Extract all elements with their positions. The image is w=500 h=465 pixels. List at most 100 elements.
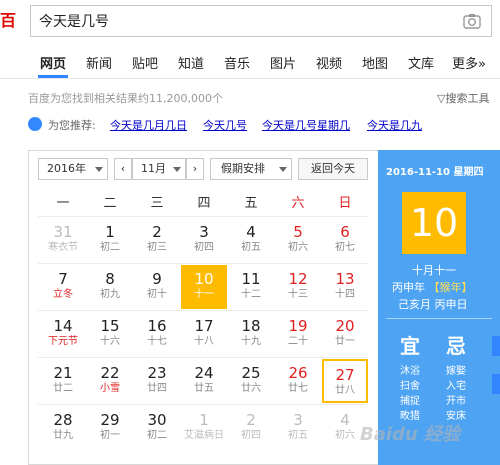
calendar-day-cell[interactable]: 29 初一 — [87, 406, 133, 450]
tab-map[interactable]: 地图 — [362, 53, 388, 72]
lunar-label: 廿四 — [147, 383, 167, 394]
camera-icon[interactable] — [463, 13, 481, 29]
lunar-label: 艾滋病日 — [184, 430, 224, 441]
panel-divider — [386, 318, 492, 319]
calendar-day-cell[interactable]: 13 十四 — [322, 265, 368, 309]
holiday-select[interactable]: 假期安排 — [210, 158, 292, 180]
ji-item: 开市 — [446, 396, 466, 407]
lunar-label: 十二 — [241, 289, 261, 300]
calendar-day-cell[interactable]: 18 十九 — [228, 312, 274, 356]
calendar-day-cell[interactable]: 4 初五 — [228, 218, 274, 262]
side-tab[interactable] — [492, 374, 500, 394]
day-number: 19 — [288, 317, 308, 335]
nav-tabs: 网页 新闻 贴吧 知道 音乐 图片 视频 地图 文库 更多» — [0, 45, 500, 79]
tab-video[interactable]: 视频 — [316, 53, 342, 72]
tab-music[interactable]: 音乐 — [224, 53, 250, 72]
lunar-label: 十七 — [147, 336, 167, 347]
calendar-day-cell[interactable]: 12 十三 — [275, 265, 321, 309]
calendar-day-cell[interactable]: 15 十六 — [87, 312, 133, 356]
tab-wenku[interactable]: 文库 — [408, 53, 434, 72]
lunar-label: 初三 — [147, 242, 167, 253]
recommend-link[interactable]: 今天是几九 — [367, 117, 422, 133]
day-number: 13 — [335, 270, 355, 288]
yi-item: 捕捉 — [400, 396, 420, 407]
tab-news[interactable]: 新闻 — [86, 53, 112, 72]
lunar-label: 初四 — [241, 430, 261, 441]
weekday-header: 二 — [103, 196, 117, 211]
calendar-day-cell[interactable]: 7 立冬 — [40, 265, 86, 309]
recommend-link[interactable]: 今天是几号星期几 — [262, 117, 350, 133]
weekday-header: 四 — [197, 196, 211, 211]
year-select[interactable]: 2016年 — [38, 158, 108, 180]
yi-item: 扫舍 — [400, 381, 420, 392]
search-tools-label: 搜索工具 — [445, 92, 490, 105]
calendar-day-cell[interactable]: 8 初九 — [87, 265, 133, 309]
weekday-header: 日 — [338, 196, 352, 211]
day-number: 17 — [194, 317, 214, 335]
calendar-day-cell[interactable]: 31 寒衣节 — [40, 218, 86, 262]
calendar-day-cell[interactable]: 24 廿五 — [181, 359, 227, 403]
day-number: 11 — [241, 270, 261, 288]
calendar-day-cell[interactable]: 19 二十 — [275, 312, 321, 356]
chevron-left-icon: ‹ — [120, 162, 126, 175]
paw-icon — [28, 117, 42, 131]
calendar-day-cell[interactable]: 16 十七 — [134, 312, 180, 356]
next-month-button[interactable]: › — [186, 158, 204, 180]
tab-images[interactable]: 图片 — [270, 53, 296, 72]
baidu-logo[interactable]: 百度 — [0, 7, 28, 35]
tab-tieba[interactable]: 贴吧 — [132, 53, 158, 72]
side-tab[interactable] — [492, 336, 500, 356]
calendar-day-cell[interactable]: 22 小雪 — [87, 359, 133, 403]
day-number: 30 — [147, 411, 167, 429]
calendar-day-cell[interactable]: 25 廿六 — [228, 359, 274, 403]
calendar-day-cell[interactable]: 26 廿七 — [275, 359, 321, 403]
lunar-label: 初五 — [241, 242, 261, 253]
search-tools-button[interactable]: ▽搜索工具 — [437, 90, 489, 106]
calendar-day-cell[interactable]: 30 初二 — [134, 406, 180, 450]
calendar-day-cell[interactable]: 1 艾滋病日 — [181, 406, 227, 450]
lunar-label: 下元节 — [48, 336, 78, 347]
calendar-day-cell[interactable]: 11 十二 — [228, 265, 274, 309]
day-number: 27 — [335, 366, 355, 384]
calendar-day-cell[interactable]: 28 廿九 — [40, 406, 86, 450]
year-select-value: 2016年 — [47, 162, 86, 175]
prev-month-button[interactable]: ‹ — [114, 158, 132, 180]
day-number: 3 — [293, 411, 303, 429]
weekday-header: 六 — [291, 196, 305, 211]
day-number: 6 — [340, 223, 350, 241]
calendar-day-cell[interactable]: 2 初三 — [134, 218, 180, 262]
calendar-day-cell[interactable]: 3 初五 — [275, 406, 321, 450]
calendar-day-cell[interactable]: 27 廿八 — [322, 359, 368, 403]
zodiac-year: 【猴年】 — [428, 281, 473, 294]
calendar-day-cell[interactable]: 2 初四 — [228, 406, 274, 450]
calendar-day-cell[interactable]: 5 初六 — [275, 218, 321, 262]
calendar-day-cell[interactable]: 1 初二 — [87, 218, 133, 262]
month-select[interactable]: 11月 — [132, 158, 186, 180]
calendar-day-cell[interactable]: 20 廿一 — [322, 312, 368, 356]
search-box[interactable] — [30, 5, 492, 37]
calendar-day-cell[interactable]: 14 下元节 — [40, 312, 86, 356]
calendar-day-cell[interactable]: 3 初四 — [181, 218, 227, 262]
lunar-label: 十一 — [194, 289, 214, 300]
calendar-day-cell[interactable]: 9 初十 — [134, 265, 180, 309]
day-number: 22 — [100, 364, 120, 382]
search-input[interactable] — [39, 6, 439, 36]
weekday-header: 三 — [150, 196, 164, 211]
tab-more[interactable]: 更多» — [452, 53, 486, 72]
recommend-link[interactable]: 今天是几月几日 — [110, 117, 187, 133]
day-number: 4 — [246, 223, 256, 241]
calendar-day-cell[interactable]: 10 十一 — [181, 265, 227, 309]
day-number: 24 — [194, 364, 214, 382]
recommend-link[interactable]: 今天几号 — [203, 117, 247, 133]
lunar-label: 初九 — [100, 289, 120, 300]
day-number: 25 — [241, 364, 261, 382]
calendar-day-cell[interactable]: 21 廿二 — [40, 359, 86, 403]
tab-web[interactable]: 网页 — [40, 53, 66, 72]
calendar-day-cell[interactable]: 23 廿四 — [134, 359, 180, 403]
tab-zhidao[interactable]: 知道 — [178, 53, 204, 72]
calendar-day-cell[interactable]: 17 十八 — [181, 312, 227, 356]
day-number: 9 — [152, 270, 162, 288]
back-to-today-button[interactable]: 返回今天 — [298, 158, 368, 180]
calendar-day-cell[interactable]: 6 初七 — [322, 218, 368, 262]
day-number: 23 — [147, 364, 167, 382]
